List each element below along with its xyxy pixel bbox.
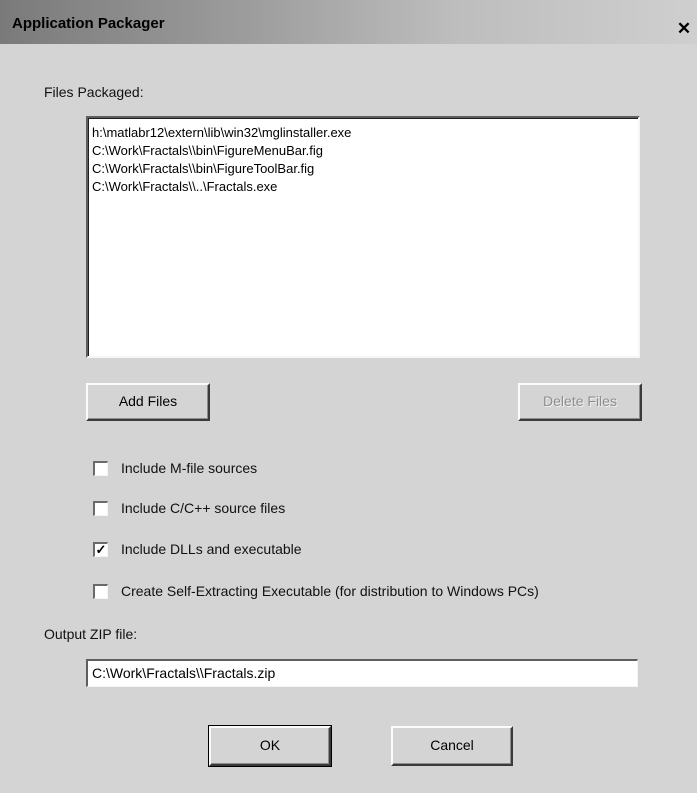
- checkmark-icon: ✓: [95, 542, 107, 557]
- output-zip-field[interactable]: C:\Work\Fractals\\Fractals.zip: [86, 659, 638, 687]
- list-item[interactable]: C:\Work\Fractals\\..\Fractals.exe: [92, 178, 634, 196]
- include-mfile-sources-checkbox[interactable]: [93, 461, 108, 476]
- list-item[interactable]: C:\Work\Fractals\\bin\FigureMenuBar.fig: [92, 142, 634, 160]
- close-icon[interactable]: ✕: [675, 20, 693, 38]
- include-dlls-label[interactable]: Include DLLs and executable: [121, 541, 302, 557]
- include-mfile-sources-label[interactable]: Include M-file sources: [121, 460, 257, 476]
- ok-button[interactable]: OK: [208, 725, 332, 767]
- create-self-extracting-label[interactable]: Create Self-Extracting Executable (for d…: [121, 583, 539, 599]
- list-item[interactable]: h:\matlabr12\extern\lib\win32\mglinstall…: [92, 124, 634, 142]
- create-self-extracting-checkbox[interactable]: [93, 584, 108, 599]
- application-packager-dialog: Application Packager ✕ Files Packaged: h…: [0, 0, 697, 793]
- output-zip-label: Output ZIP file:: [44, 626, 138, 642]
- files-packaged-label: Files Packaged:: [44, 84, 144, 100]
- include-c-source-files-checkbox[interactable]: [93, 501, 108, 516]
- list-item[interactable]: C:\Work\Fractals\\bin\FigureToolBar.fig: [92, 160, 634, 178]
- dialog-title: Application Packager: [12, 15, 165, 32]
- include-dlls-checkbox[interactable]: ✓: [93, 542, 108, 557]
- delete-files-button[interactable]: Delete Files: [518, 383, 642, 421]
- add-files-button[interactable]: Add Files: [86, 383, 210, 421]
- files-packaged-list[interactable]: h:\matlabr12\extern\lib\win32\mglinstall…: [86, 116, 640, 358]
- cancel-button[interactable]: Cancel: [391, 726, 513, 766]
- include-c-source-files-label[interactable]: Include C/C++ source files: [121, 500, 285, 516]
- title-bar[interactable]: Application Packager ✕: [0, 0, 697, 44]
